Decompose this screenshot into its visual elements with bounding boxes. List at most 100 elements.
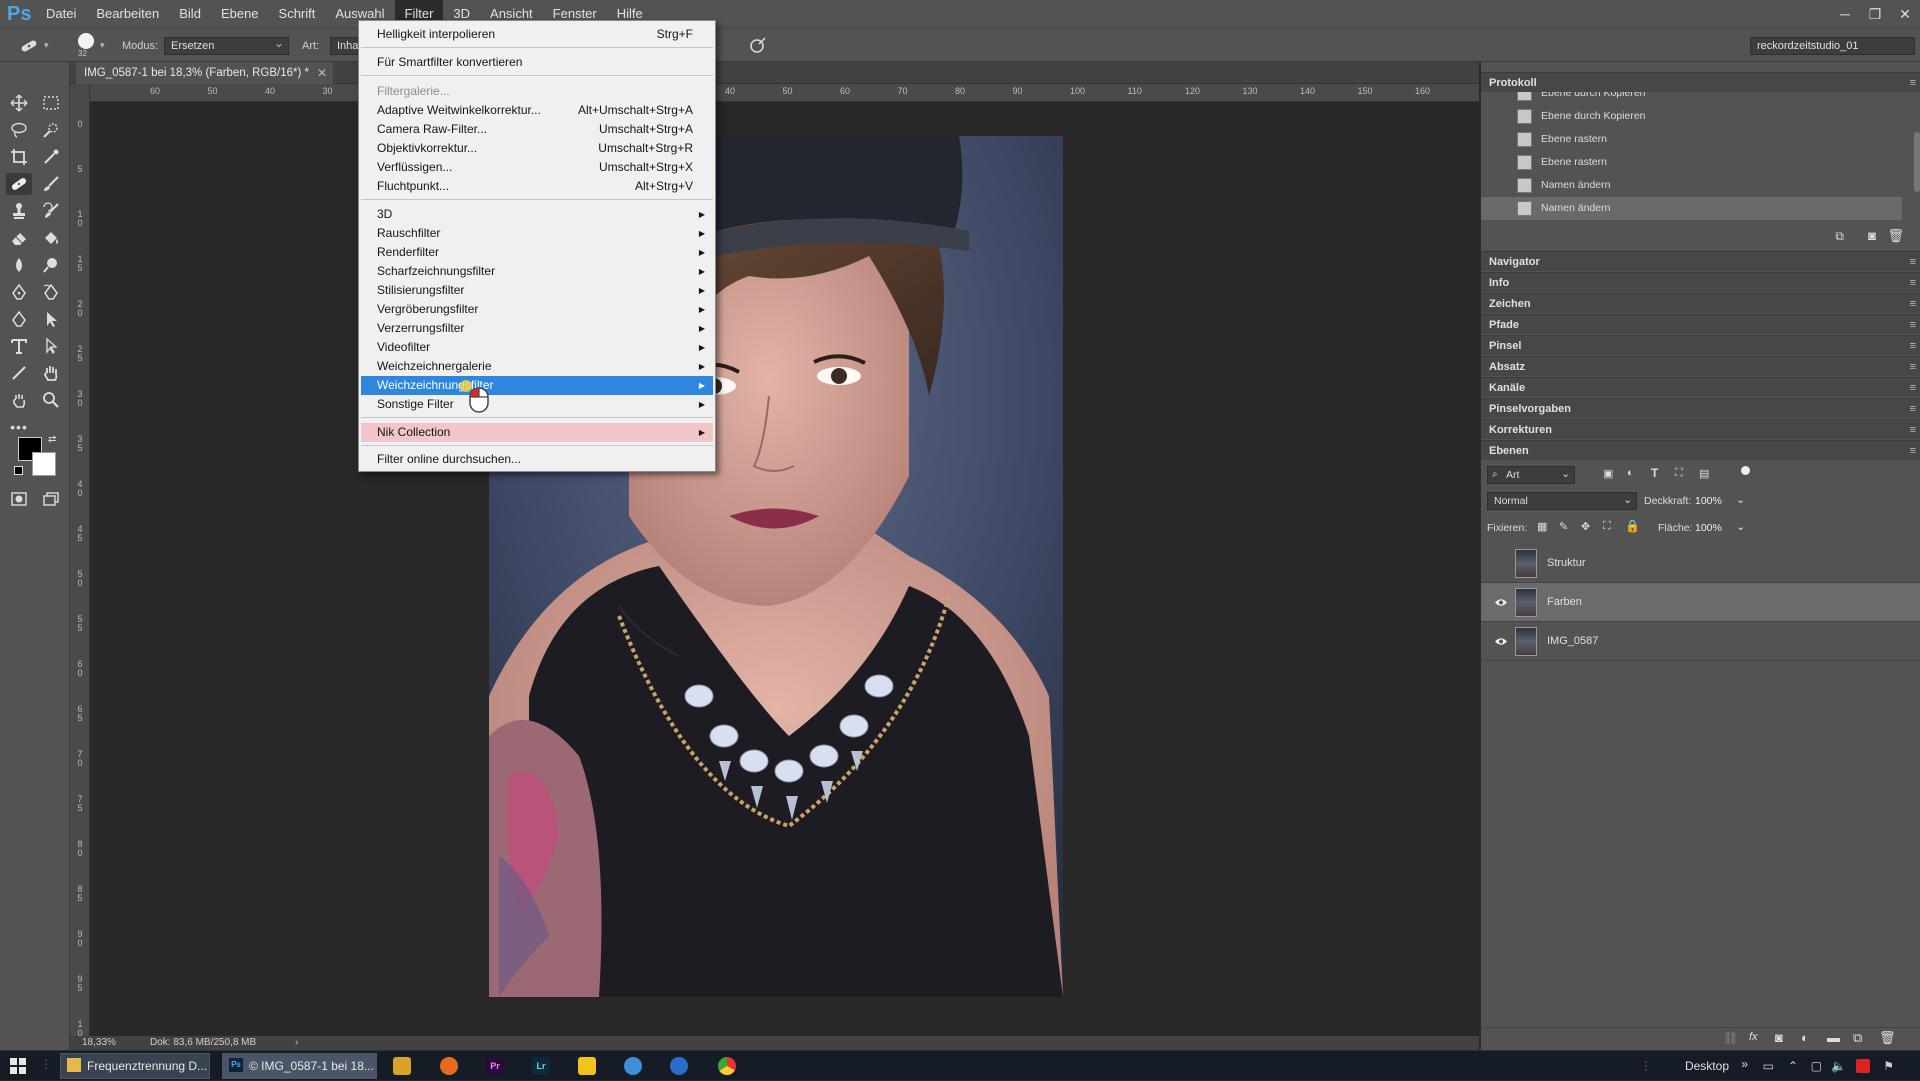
panel-menu-icon[interactable]: ≡ <box>1910 315 1916 335</box>
panel-menu-icon[interactable]: ≡ <box>1910 441 1916 461</box>
canvas-area[interactable] <box>90 102 1479 1036</box>
menu-datei[interactable]: Datei <box>36 0 86 28</box>
zoom-tool-icon[interactable] <box>38 389 64 411</box>
layer-filter-select[interactable]: ⌕ Art ⌄ <box>1487 466 1575 484</box>
lasso-tool-icon[interactable] <box>6 119 32 141</box>
panel-menu-icon[interactable]: ≡ <box>1910 336 1916 356</box>
menu-item-scharfzeichnungsfilter[interactable]: Scharfzeichnungsfilter ▶ <box>361 262 713 281</box>
menu-item-rauschfilter[interactable]: Rauschfilter ▶ <box>361 224 713 243</box>
protokoll-panel-header[interactable]: Protokoll ≡ <box>1481 72 1920 92</box>
chrome-icon[interactable] <box>718 1057 736 1075</box>
menu-item-verzerrungsfilter[interactable]: Verzerrungsfilter ▶ <box>361 319 713 338</box>
menu-item-camera-raw[interactable]: Camera Raw-Filter... Umschalt+Strg+A <box>361 120 713 139</box>
history-item[interactable]: Ebene rastern <box>1481 128 1902 151</box>
screen-mode-icon[interactable] <box>38 488 64 510</box>
status-arrow-icon[interactable]: › <box>295 1036 298 1050</box>
tool-preset-chevron-icon[interactable]: ▾ <box>44 40 49 51</box>
panel-header-pfade[interactable]: Pfade ≡ <box>1481 314 1920 334</box>
history-brush-tool-icon[interactable] <box>38 200 64 222</box>
brush-preview[interactable] <box>78 33 94 49</box>
layer-style-fx-icon[interactable]: fx <box>1749 1031 1758 1043</box>
menu-item-3d[interactable]: 3D ▶ <box>361 205 713 224</box>
menu-item-fluchtpunkt[interactable]: Fluchtpunkt... Alt+Strg+V <box>361 177 713 196</box>
eyedropper-tool-icon[interactable] <box>38 146 64 168</box>
layer-row[interactable]: IMG_0587 <box>1481 622 1920 661</box>
panel-header-korrekturen[interactable]: Korrekturen ≡ <box>1481 419 1920 439</box>
minimize-button[interactable]: ─ <box>1830 0 1860 28</box>
menu-item-vergroeberungsfilter[interactable]: Vergröberungsfilter ▶ <box>361 300 713 319</box>
menu-item-weichzeichnergalerie[interactable]: Weichzeichnergalerie ▶ <box>361 357 713 376</box>
explorer-icon[interactable] <box>578 1057 596 1075</box>
default-colors-icon[interactable] <box>14 466 23 475</box>
document-tab[interactable]: IMG_0587-1 bei 18,3% (Farben, RGB/16*) *… <box>76 62 334 84</box>
more-tools-icon[interactable]: ••• <box>6 416 32 438</box>
menu-schrift[interactable]: Schrift <box>269 0 326 28</box>
close-button[interactable]: ✕ <box>1890 0 1920 28</box>
zoom-level[interactable]: 18,33% <box>82 1036 116 1050</box>
eraser-tool-icon[interactable] <box>6 227 32 249</box>
history-item[interactable]: Ebene rastern <box>1481 151 1902 174</box>
panel-menu-icon[interactable]: ≡ <box>1910 420 1916 440</box>
lock-artboard-icon[interactable]: ⛶ <box>1603 520 1611 533</box>
line-tool-icon[interactable] <box>6 362 32 384</box>
lightroom-icon[interactable]: Lr <box>532 1057 550 1075</box>
menu-item-sonstige-filter[interactable]: Sonstige Filter ▶ <box>361 395 713 414</box>
lock-transparency-icon[interactable]: ▦ <box>1537 520 1547 533</box>
panel-menu-icon[interactable]: ≡ <box>1910 294 1916 314</box>
desktop-toolbar-label[interactable]: Desktop <box>1685 1051 1729 1081</box>
panel-header-zeichen[interactable]: Zeichen ≡ <box>1481 293 1920 313</box>
lock-image-pixels-icon[interactable]: ✎ <box>1559 520 1568 533</box>
menu-item-smartfilter[interactable]: Für Smartfilter konvertieren <box>361 53 713 72</box>
history-scrollbar[interactable] <box>1914 132 1920 192</box>
lock-position-icon[interactable]: ✥ <box>1581 520 1590 533</box>
restore-button[interactable]: ❐ <box>1860 0 1890 28</box>
history-item[interactable]: Ebene durch Kopieren <box>1481 105 1902 128</box>
trash-icon[interactable]: 🗑 <box>1887 228 1904 244</box>
dodge-tool-icon[interactable] <box>38 254 64 276</box>
quick-selection-tool-icon[interactable] <box>38 119 64 141</box>
taskbar-button-photoshop[interactable]: Ps © IMG_0587-1 bei 18... <box>222 1053 377 1079</box>
snapshot-camera-icon[interactable]: ◙ <box>1868 228 1876 243</box>
history-item[interactable]: Namen ändern <box>1481 174 1902 197</box>
menu-item-verfluessigen[interactable]: Verflüssigen... Umschalt+Strg+X <box>361 158 713 177</box>
panel-menu-icon[interactable]: ≡ <box>1910 252 1916 272</box>
brush-tool-icon[interactable] <box>38 173 64 195</box>
panel-header-ebenen[interactable]: Ebenen ≡ <box>1481 440 1920 460</box>
blend-mode-select[interactable]: Normal ⌄ <box>1487 492 1637 510</box>
panel-header-pinsel[interactable]: Pinsel ≡ <box>1481 335 1920 355</box>
quick-mask-icon[interactable] <box>6 488 32 510</box>
tray-network-icon[interactable]: ▭ <box>1763 1051 1774 1081</box>
tray-overflow-icon[interactable]: » <box>1741 1049 1748 1079</box>
tray-chevron-icon[interactable]: ⌃ <box>1788 1051 1798 1081</box>
visibility-toggle[interactable] <box>1493 556 1509 570</box>
delete-layer-icon[interactable]: 🗑 <box>1879 1030 1896 1046</box>
path-selection-tool-icon[interactable] <box>38 308 64 330</box>
menu-item-adaptive-weitwinkel[interactable]: Adaptive Weitwinkelkorrektur... Alt+Umsch… <box>361 101 713 120</box>
panel-menu-icon[interactable]: ≡ <box>1910 378 1916 398</box>
menu-item-videofilter[interactable]: Videofilter ▶ <box>361 338 713 357</box>
filter-shape-layer-icon[interactable]: ⛶ <box>1675 467 1683 480</box>
healing-brush-tool-icon[interactable] <box>18 36 40 56</box>
panel-menu-icon[interactable]: ≡ <box>1910 357 1916 377</box>
menu-ebene[interactable]: Ebene <box>211 0 269 28</box>
taskbar-button-frequenztrennung[interactable]: Frequenztrennung D... <box>60 1053 210 1079</box>
panel-header-kanaele[interactable]: Kanäle ≡ <box>1481 377 1920 397</box>
premiere-icon[interactable]: Pr <box>486 1057 504 1075</box>
fill-field[interactable]: 100% ⌄ <box>1695 519 1747 537</box>
blur-tool-icon[interactable] <box>6 254 32 276</box>
filter-pixel-layer-icon[interactable]: ▣ <box>1603 467 1613 480</box>
pen-anchor-tool-icon[interactable] <box>6 308 32 330</box>
menu-bearbeiten[interactable]: Bearbeiten <box>86 0 169 28</box>
firefox-icon[interactable] <box>440 1057 458 1075</box>
swap-colors-icon[interactable]: ⇄ <box>48 434 56 445</box>
eye-icon[interactable] <box>1493 595 1509 609</box>
link-layers-icon[interactable]: ⛓ <box>1723 1031 1738 1045</box>
brush-picker-chevron-icon[interactable]: ▾ <box>100 40 105 51</box>
filter-type-layer-icon[interactable]: T <box>1651 466 1658 480</box>
panel-menu-icon[interactable]: ≡ <box>1910 399 1916 419</box>
filter-smart-object-icon[interactable]: ▤ <box>1699 467 1709 480</box>
browser-icon[interactable] <box>670 1057 688 1075</box>
new-layer-icon[interactable]: ⧉ <box>1853 1030 1862 1046</box>
paint-bucket-tool-icon[interactable] <box>38 227 64 249</box>
freeform-pen-tool-icon[interactable] <box>38 281 64 303</box>
